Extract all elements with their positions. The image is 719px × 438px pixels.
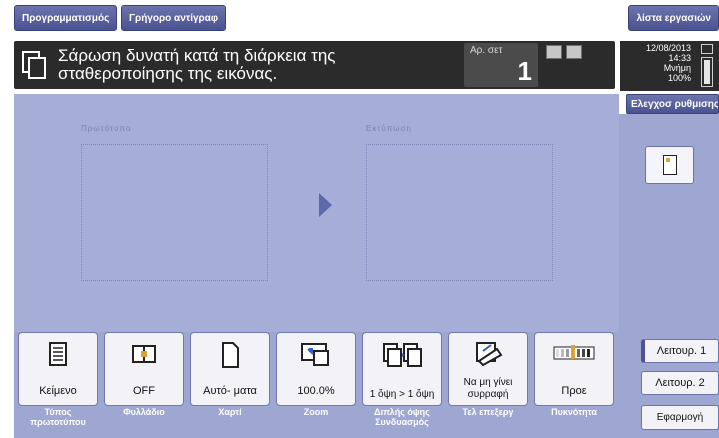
mode-2-button[interactable]: Λειτουρ. 2	[641, 371, 719, 395]
paper-value: Αυτό- ματα	[203, 385, 257, 397]
quick-copy-tab[interactable]: Γρήγορο αντίγραφ	[121, 5, 227, 31]
time-text: 14:33	[668, 53, 691, 63]
duplex-label: Διπλής όψης Συνδυασμός	[374, 407, 430, 427]
zoom-label: Zoom	[303, 407, 329, 417]
message-line-1: Σάρωση δυνατή κατά τη διάρκεια της	[58, 46, 336, 65]
memory-value: 100%	[667, 73, 691, 83]
sets-value: 1	[517, 56, 532, 86]
booklet-icon	[132, 345, 156, 363]
programs-tab[interactable]: Προγραμματισμός	[14, 5, 118, 31]
density-label: Πυκνότητα	[551, 407, 597, 417]
job-list-tab[interactable]: λίστα εργασιών	[628, 5, 719, 31]
printer-status-icon	[546, 45, 562, 59]
message-bar: Σάρωση δυνατή κατά τη διάρκεια της σταθε…	[14, 41, 615, 89]
output-preview-pane	[366, 144, 553, 281]
density-icon	[553, 345, 595, 360]
zoom-button[interactable]: 100.0%	[276, 332, 356, 406]
paper-icon	[222, 342, 239, 368]
sets-count-box: Αρ. σετ 1	[464, 43, 538, 87]
paper-button[interactable]: Αυτό- ματα	[190, 332, 270, 406]
original-label: Πρωτότυπο	[81, 124, 132, 133]
check-settings-button[interactable]: Ελεγχοσ ρυθμισης	[626, 94, 719, 114]
memory-gauge	[701, 57, 713, 87]
booklet-button[interactable]: OFF	[104, 332, 184, 406]
alert-status-icon	[566, 45, 582, 59]
original-type-label: Τύπος πρωτοτύπου	[30, 407, 86, 427]
mode-1-button[interactable]: Λειτουρ. 1	[641, 339, 719, 363]
original-type-value: Κείμενο	[39, 385, 77, 397]
original-preview-pane	[81, 144, 268, 281]
memory-icon	[701, 44, 713, 54]
message-line-2: σταθεροποίησης της εικόνας.	[58, 64, 278, 83]
finishing-value: Να μη γίνει συρραφή	[463, 377, 513, 400]
sets-label: Αρ. σετ	[470, 45, 503, 56]
memory-gauge-fill	[704, 60, 710, 84]
status-icons	[546, 45, 606, 61]
output-label: Εκτύπωση	[366, 124, 412, 133]
preview-area: Πρωτότυπο Εκτύπωση	[14, 94, 619, 332]
orientation-marker	[666, 158, 670, 162]
booklet-value: OFF	[133, 385, 155, 397]
duplex-button[interactable]: 1 ὄψη > 1 ὄψη	[362, 332, 442, 406]
status-panel: 12/08/2013 14:33 Μνήμη 100%	[620, 41, 719, 91]
top-strip: Προγραμματισμός Γρήγορο αντίγραφ λίστα ε…	[0, 0, 719, 36]
finishing-icon	[476, 342, 503, 367]
density-value: Προε	[561, 385, 587, 397]
orientation-button[interactable]	[645, 146, 694, 184]
original-type-button[interactable]: Κείμενο	[18, 332, 98, 406]
finishing-button[interactable]: Να μη γίνει συρραφή	[448, 332, 528, 406]
date-time-memory: 12/08/2013 14:33 Μνήμη 100%	[646, 43, 691, 83]
document-text-icon	[49, 342, 67, 366]
booklet-label: Φυλλάδιο	[123, 407, 165, 417]
paper-label: Χαρτί	[218, 407, 242, 417]
message-text: Σάρωση δυνατή κατά τη διάρκεια της σταθε…	[58, 47, 458, 83]
density-button[interactable]: Προε	[534, 332, 614, 406]
duplex-icon	[383, 343, 422, 367]
apply-button[interactable]: Εφαρμογή	[641, 405, 719, 430]
arrow-right-icon	[319, 193, 332, 217]
memory-label: Μνήμη	[663, 63, 691, 73]
page-orientation-icon	[663, 155, 677, 175]
zoom-value: 100.0%	[297, 385, 335, 397]
function-bar: Κείμενο OFF Αυτό- ματα 100.0% 1 ὄψη > 1 …	[14, 332, 719, 438]
finishing-label: Τελ επεξεργ	[462, 407, 514, 417]
zoom-icon	[301, 343, 329, 366]
date-text: 12/08/2013	[645, 43, 691, 53]
copy-screen: Προγραμματισμός Γρήγορο αντίγραφ λίστα ε…	[0, 0, 719, 438]
duplex-value: 1 ὄψη > 1 ὄψη	[369, 389, 435, 400]
document-icon	[22, 51, 46, 79]
